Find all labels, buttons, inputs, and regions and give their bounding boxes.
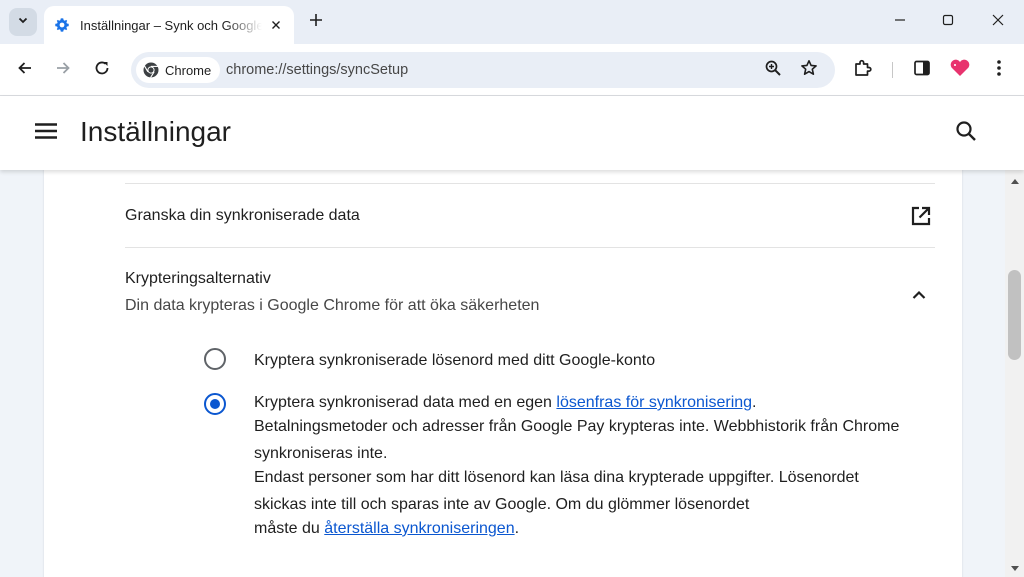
zoom-button[interactable] — [761, 58, 785, 82]
page-title: Inställningar — [80, 116, 231, 147]
open-in-new-icon[interactable] — [907, 202, 935, 230]
zoom-icon — [764, 59, 782, 82]
side-panel-button[interactable] — [908, 56, 936, 84]
url-text[interactable]: chrome://settings/syncSetup — [226, 62, 408, 78]
option-passphrase-line3: Endast personer som har ditt lösenord ka… — [254, 469, 859, 513]
close-icon — [992, 13, 1004, 31]
encryption-option-passphrase[interactable]: Kryptera synkroniserad data med en egen … — [204, 392, 904, 542]
tab-title: Inställningar – Synk och Google-tjänster — [80, 17, 262, 33]
scroll-thumb[interactable] — [1008, 270, 1021, 360]
heart-icon — [949, 58, 971, 83]
chrome-logo-icon — [143, 62, 159, 78]
option-passphrase-line2: Betalningsmetoder och adresser från Goog… — [254, 418, 900, 462]
reload-button[interactable] — [88, 56, 116, 84]
hamburger-icon — [35, 122, 57, 144]
search-icon — [955, 120, 977, 147]
profile-button[interactable] — [946, 56, 974, 84]
sync-passphrase-link[interactable]: lösenfras för synkronisering — [556, 394, 752, 411]
option-passphrase-line4: måste du återställa synkroniseringen. — [254, 520, 520, 537]
triangle-up-icon — [1010, 171, 1019, 189]
more-vert-icon — [996, 59, 1002, 82]
collapse-encryption-button[interactable] — [903, 280, 935, 312]
forward-button[interactable] — [49, 56, 77, 84]
tab-search-button[interactable] — [9, 8, 37, 36]
toolbar-separator — [892, 62, 893, 78]
option-google-account-label: Kryptera synkroniserade lösenord med dit… — [254, 352, 656, 369]
back-arrow-icon — [17, 60, 33, 81]
chevron-up-icon — [912, 287, 926, 305]
review-synced-data-label: Granska din synkroniserade data — [125, 206, 360, 224]
menu-button[interactable] — [985, 56, 1013, 84]
scroll-down-button[interactable] — [1005, 559, 1024, 575]
address-bar[interactable]: Chrome chrome://settings/syncSetup — [131, 52, 835, 88]
maximize-icon — [942, 13, 954, 31]
plus-icon — [309, 13, 323, 32]
extensions-icon — [853, 58, 873, 83]
star-icon — [800, 59, 818, 82]
back-button[interactable] — [11, 56, 39, 84]
minimize-icon — [894, 13, 906, 31]
bookmark-button[interactable] — [797, 58, 821, 82]
page-scrollbar[interactable] — [1005, 170, 1024, 577]
scroll-up-button[interactable] — [1005, 172, 1024, 188]
settings-header: Inställningar — [0, 96, 1024, 170]
encryption-options-title: Krypteringsalternativ — [125, 270, 271, 287]
site-info-chip[interactable]: Chrome — [136, 57, 221, 83]
encryption-option-google-account[interactable]: Kryptera synkroniserade lösenord med dit… — [204, 347, 904, 374]
sync-settings-card: Granska din synkroniserade data Krypteri… — [44, 170, 962, 577]
extensions-button[interactable] — [849, 56, 877, 84]
site-chip-label: Chrome — [165, 62, 212, 78]
reset-sync-link[interactable]: återställa synkroniseringen — [324, 520, 514, 537]
reload-icon — [94, 60, 110, 81]
radio-passphrase[interactable] — [204, 393, 226, 415]
review-synced-data-row[interactable]: Granska din synkroniserade data — [125, 184, 935, 248]
new-tab-button[interactable] — [304, 10, 328, 34]
option-passphrase-text: Kryptera synkroniserad data med en egen … — [254, 392, 904, 542]
encryption-options-row[interactable]: Krypteringsalternativ Din data krypteras… — [125, 258, 935, 328]
side-panel-icon — [913, 59, 931, 82]
tab-strip: Inställningar – Synk och Google-tjänster — [0, 0, 1024, 44]
gear-icon — [54, 17, 70, 33]
settings-content: Granska din synkroniserade data Krypteri… — [0, 170, 1005, 577]
encryption-options-subtitle: Din data krypteras i Google Chrome för a… — [125, 297, 540, 314]
active-tab[interactable]: Inställningar – Synk och Google-tjänster — [44, 6, 294, 44]
triangle-down-icon — [1010, 558, 1019, 576]
radio-google-account[interactable] — [204, 348, 226, 370]
maximize-button[interactable] — [934, 8, 962, 36]
option-passphrase-line1: Kryptera synkroniserad data med en egen … — [254, 394, 757, 411]
settings-menu-button[interactable] — [32, 119, 60, 147]
chevron-down-icon — [17, 13, 29, 31]
settings-search-button[interactable] — [951, 118, 981, 148]
forward-arrow-icon — [55, 60, 71, 81]
browser-toolbar: Chrome chrome://settings/syncSetup — [0, 44, 1024, 96]
close-tab-icon[interactable] — [266, 15, 286, 35]
minimize-button[interactable] — [886, 8, 914, 36]
close-window-button[interactable] — [984, 8, 1012, 36]
